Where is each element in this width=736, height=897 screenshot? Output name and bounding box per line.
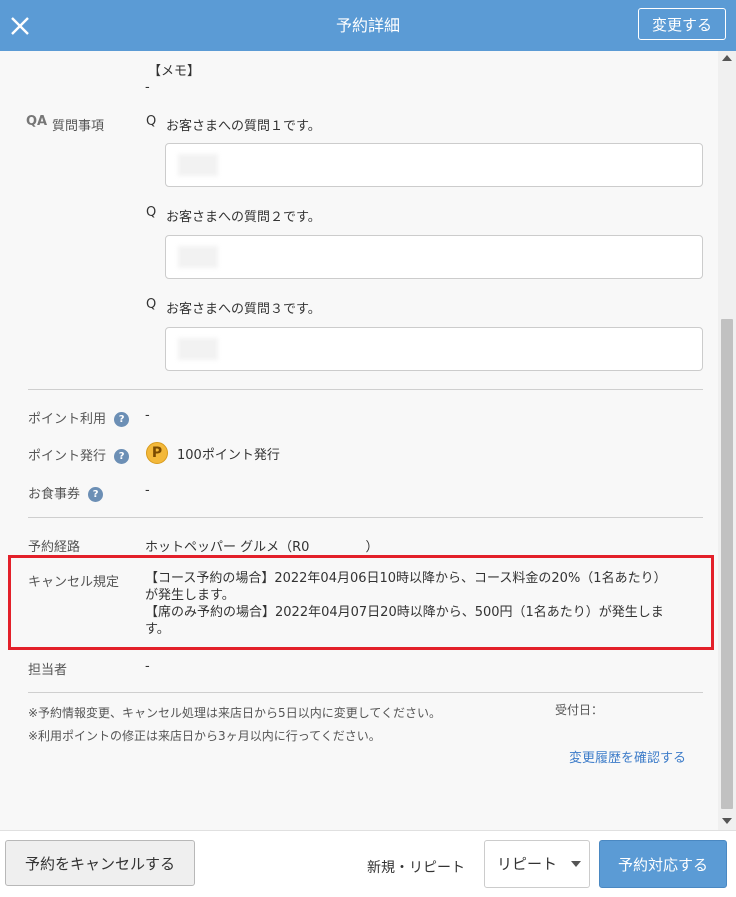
- route-value-end: ）: [365, 540, 379, 555]
- divider: [28, 692, 703, 693]
- answer-3-value-masked: [178, 338, 218, 360]
- point-issue-text: 100ポイント発行: [177, 447, 280, 463]
- scroll-up-arrow-icon[interactable]: [722, 55, 732, 61]
- cancel-reservation-button[interactable]: 予約をキャンセルする: [5, 840, 195, 886]
- answer-2-field[interactable]: [165, 235, 703, 279]
- note-change-deadline: ※予約情報変更、キャンセル処理は来店日から5日以内に変更してください。: [28, 706, 441, 720]
- point-use-label-text: ポイント利用: [28, 412, 107, 427]
- meal-ticket-label-text: お食事券: [28, 487, 81, 502]
- scroll-thumb[interactable]: [721, 319, 733, 809]
- respond-reservation-button[interactable]: 予約対応する: [599, 840, 727, 888]
- route-value-start: ホットペッパー グルメ（R0: [145, 540, 310, 555]
- staff-value: -: [145, 659, 150, 674]
- answer-3-field[interactable]: [165, 327, 703, 371]
- change-button[interactable]: 変更する: [638, 8, 726, 40]
- meal-ticket-label: お食事券 ?: [28, 483, 104, 502]
- question-1-prefix: Q: [146, 114, 157, 129]
- cancel-policy-line: 【コース予約の場合】2022年04月06日10時以降から、コース料金の20%（1…: [145, 571, 667, 586]
- reservation-detail-panel: 【メモ】 - QA 質問事項 Q お客さまへの質問１です。 Q お客さまへの質問…: [0, 51, 718, 830]
- change-history-link[interactable]: 変更履歴を確認する: [569, 747, 686, 766]
- memo-label: 【メモ】: [148, 64, 201, 79]
- header-bar: 予約詳細 変更する: [0, 0, 736, 51]
- help-icon[interactable]: ?: [114, 449, 130, 464]
- cancel-policy-line: す。: [145, 622, 170, 637]
- answer-1-value-masked: [178, 154, 218, 176]
- cancel-policy-text: 【コース予約の場合】2022年04月06日10時以降から、コース料金の20%（1…: [145, 570, 705, 638]
- questions-label: 質問事項: [52, 119, 105, 134]
- question-2-text: お客さまへの質問２です。: [166, 210, 321, 225]
- staff-label: 担当者: [28, 663, 68, 678]
- question-3-text: お客さまへの質問３です。: [166, 302, 321, 317]
- cancel-policy-line: 【席のみ予約の場合】2022年04月07日20時以降から、500円（1名あたり）…: [145, 605, 664, 620]
- visit-type-select[interactable]: リピート: [484, 840, 590, 888]
- scroll-down-arrow-icon[interactable]: [722, 818, 732, 824]
- divider: [28, 389, 703, 390]
- cancel-policy-line: が発生します。: [145, 588, 235, 603]
- point-use-value: -: [145, 408, 150, 423]
- qa-icon: QA: [26, 114, 48, 129]
- point-use-label: ポイント利用 ?: [28, 408, 130, 427]
- page-title: 予約詳細: [335, 16, 400, 35]
- memo-value: -: [145, 80, 150, 95]
- point-issue-value: P 100ポイント発行: [146, 442, 280, 464]
- visit-type-label: 新規・リピート: [367, 860, 465, 876]
- question-2-prefix: Q: [146, 205, 157, 220]
- point-issue-label-text: ポイント発行: [28, 449, 107, 464]
- route-label: 予約経路: [28, 540, 81, 555]
- cancel-policy-label: キャンセル規定: [28, 575, 120, 590]
- point-icon: P: [146, 442, 168, 464]
- scrollbar[interactable]: [718, 51, 736, 830]
- help-icon[interactable]: ?: [88, 487, 104, 502]
- route-value: ホットペッパー グルメ（R0 ）: [145, 536, 378, 555]
- visit-type-selected: リピート: [497, 855, 558, 873]
- question-3-prefix: Q: [146, 297, 157, 312]
- divider: [28, 517, 703, 518]
- help-icon[interactable]: ?: [114, 412, 130, 427]
- footer-bar: 予約をキャンセルする 新規・リピート リピート 予約対応する: [0, 830, 736, 897]
- chevron-down-icon: [571, 861, 581, 867]
- meal-ticket-value: -: [145, 483, 150, 498]
- note-point-deadline: ※利用ポイントの修正は来店日から3ヶ月以内に行ってください。: [28, 729, 381, 743]
- answer-1-field[interactable]: [165, 143, 703, 187]
- question-1-text: お客さまへの質問１です。: [166, 119, 321, 134]
- point-issue-label: ポイント発行 ?: [28, 445, 130, 464]
- answer-2-value-masked: [178, 246, 218, 268]
- received-date-label: 受付日：: [555, 703, 604, 717]
